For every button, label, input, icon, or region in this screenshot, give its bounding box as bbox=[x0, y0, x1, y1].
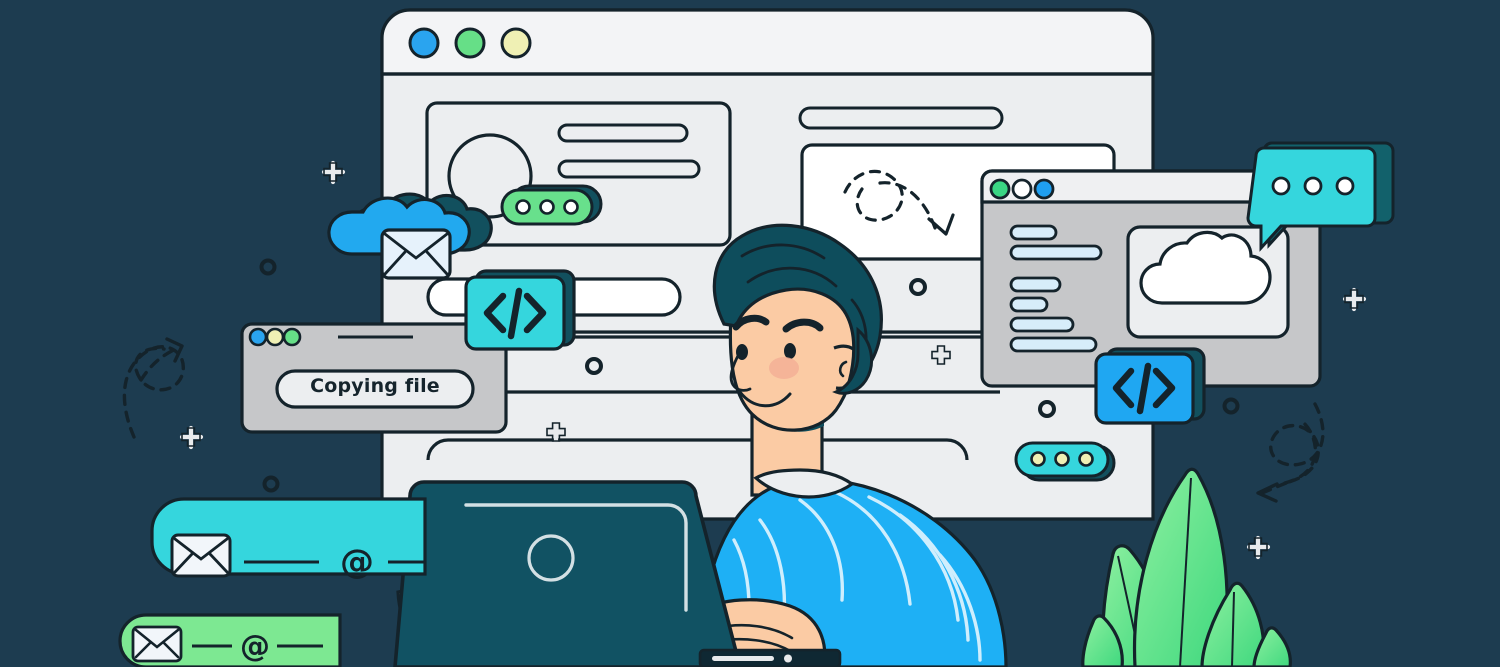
potted-plant-leaves bbox=[1081, 467, 1292, 667]
illustration-scene: Copying file @ @ bbox=[0, 0, 1500, 667]
plant-layer bbox=[1081, 467, 1292, 667]
